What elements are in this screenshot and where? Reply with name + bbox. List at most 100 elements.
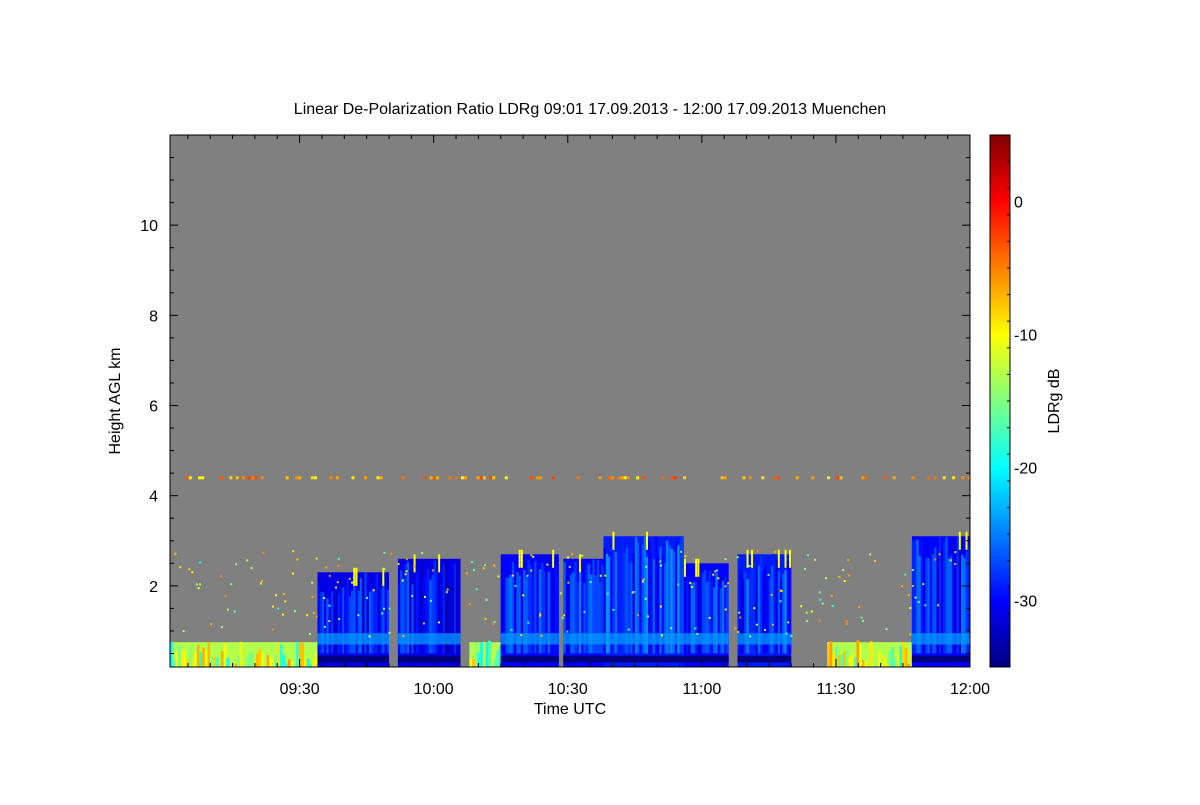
aerosol-cell	[490, 647, 494, 667]
cloud-base-band	[911, 633, 970, 645]
speckle	[954, 551, 957, 554]
aerosol-cell	[469, 658, 473, 667]
speckle	[694, 627, 697, 630]
cloud-top-cell	[683, 558, 686, 577]
speckle	[466, 572, 469, 575]
speckle	[397, 563, 400, 566]
elevated-layer-cell	[295, 476, 299, 480]
aerosol-cell	[261, 651, 264, 667]
aerosol-cell	[212, 656, 216, 667]
speckle	[402, 635, 405, 638]
cloud-top-cell	[751, 549, 754, 568]
speckle	[790, 634, 793, 637]
aerosol-cell	[178, 646, 181, 667]
speckle	[195, 583, 198, 586]
speckle	[292, 550, 295, 553]
cloud-top-cell	[578, 554, 581, 573]
speckle	[484, 564, 487, 567]
speckle	[660, 634, 663, 637]
elevated-layer-cell	[617, 476, 621, 480]
speckle	[637, 613, 640, 616]
aerosol-cell	[829, 641, 833, 667]
elevated-layer-cell	[776, 476, 780, 480]
speckle	[311, 581, 314, 584]
elevated-layer-cell	[892, 476, 896, 480]
speckle	[174, 552, 177, 555]
speckle	[821, 602, 824, 605]
elevated-layer-cell	[536, 476, 540, 480]
speckle	[858, 606, 861, 609]
speckle	[818, 619, 821, 622]
speckle	[275, 594, 278, 597]
aerosol-cell	[183, 648, 187, 667]
aerosol-cell	[188, 647, 192, 667]
elevated-layer-cell	[773, 476, 777, 480]
elevated-layer-cell	[961, 476, 965, 480]
speckle	[446, 588, 449, 591]
aerosol-cell	[258, 648, 262, 667]
aerosol-cell	[493, 659, 497, 667]
speckle	[294, 610, 297, 613]
aerosol-cell	[496, 650, 499, 667]
colorbar-tick-label: -30	[1014, 594, 1037, 611]
speckle	[748, 565, 751, 568]
speckle	[606, 592, 609, 595]
speckle	[468, 603, 471, 606]
aerosol-cell	[975, 661, 978, 667]
aerosol-cell	[832, 654, 836, 667]
speckle	[351, 581, 354, 584]
speckle	[911, 568, 914, 571]
speckle	[561, 616, 564, 619]
speckle	[182, 630, 185, 633]
speckle	[838, 575, 841, 578]
elevated-layer-cell	[742, 476, 746, 480]
aerosol-cell	[234, 663, 238, 667]
elevated-layer-cell	[489, 476, 493, 480]
speckle	[296, 558, 299, 561]
speckle	[644, 597, 647, 600]
near-ground-band	[683, 655, 729, 663]
aerosol-cell	[851, 654, 854, 667]
speckle	[445, 591, 448, 594]
x-tick-label: 12:00	[950, 681, 990, 698]
aerosol-cell	[250, 651, 254, 667]
near-ground-band	[317, 655, 389, 663]
speckle	[806, 620, 809, 623]
speckle	[413, 565, 416, 568]
aerosol-cell	[279, 644, 283, 667]
aerosol-cell	[978, 648, 981, 667]
speckle	[328, 620, 331, 623]
speckle	[260, 580, 263, 583]
speckle	[804, 567, 807, 570]
elevated-layer-cell	[683, 476, 687, 480]
speckle	[787, 621, 790, 624]
elevated-layer-cell	[401, 476, 405, 480]
cloud-top-cell	[958, 531, 961, 550]
speckle	[583, 610, 586, 613]
speckle	[210, 623, 213, 626]
speckle	[493, 564, 496, 567]
cloud-top-cell	[520, 549, 523, 568]
speckle	[405, 570, 408, 573]
speckle	[917, 601, 920, 604]
speckle	[764, 628, 767, 631]
speckle	[810, 610, 813, 613]
aerosol-cell	[1082, 644, 1085, 667]
aerosol-cell	[239, 641, 243, 667]
aerosol-cell	[226, 657, 229, 667]
speckle	[579, 558, 582, 561]
speckle	[388, 607, 391, 610]
aerosol-cell	[271, 656, 275, 667]
speckle	[901, 585, 904, 588]
near-ground-band	[737, 655, 792, 663]
speckle	[645, 565, 648, 568]
speckle	[383, 551, 386, 554]
speckle	[660, 564, 663, 567]
elevated-layer-cell	[623, 476, 627, 480]
aerosol-cell	[266, 654, 270, 667]
speckle	[191, 571, 194, 574]
aerosol-cell	[306, 658, 310, 667]
elevated-layer-cell	[723, 476, 727, 480]
cloud-base-band	[500, 633, 559, 645]
cloud-top-cell	[788, 549, 791, 568]
